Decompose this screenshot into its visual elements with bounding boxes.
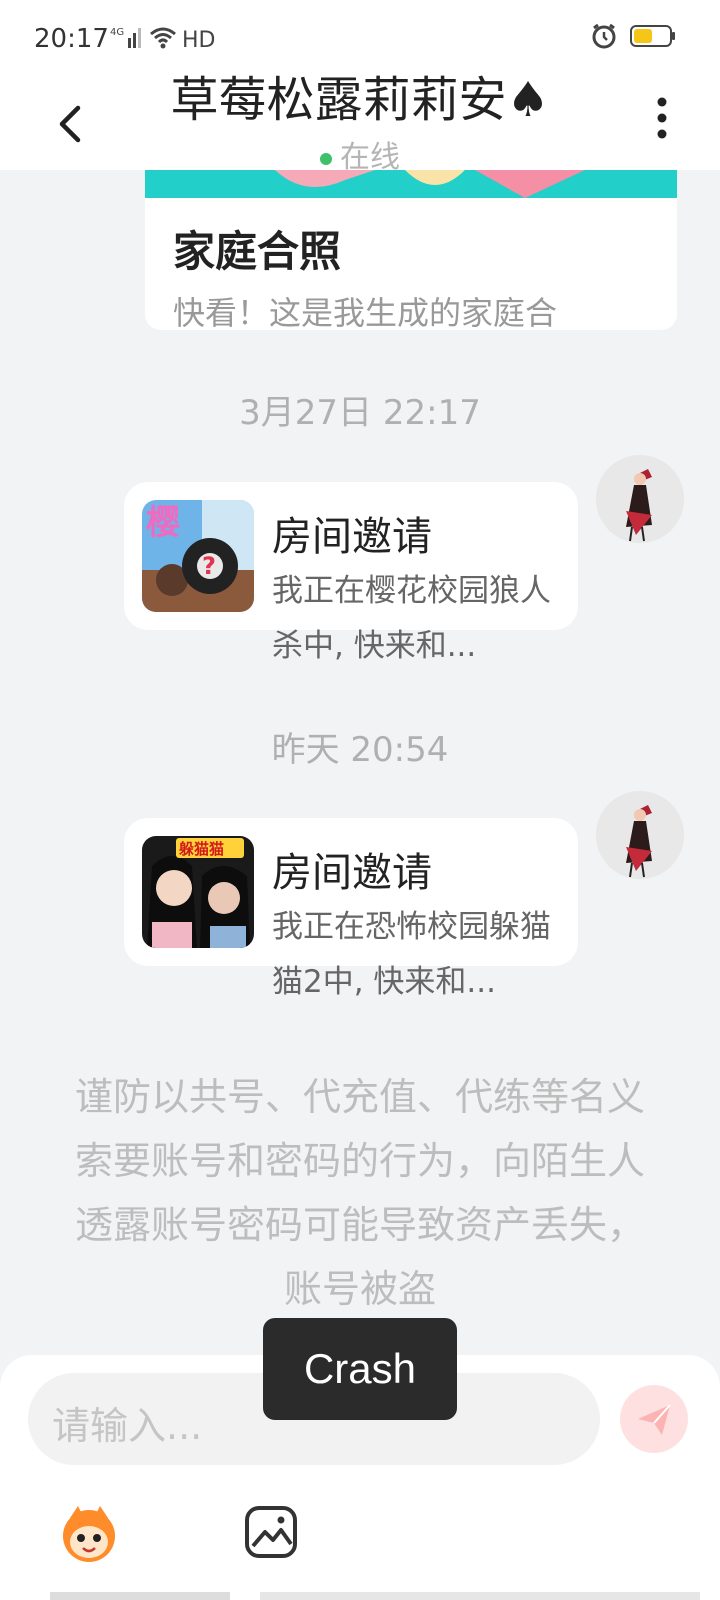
avatar[interactable] — [596, 791, 684, 879]
hd-label: HD — [182, 27, 216, 53]
network-label: 4G — [110, 27, 124, 38]
wifi-icon — [148, 24, 178, 56]
invite-description: 我正在樱花校园狼人杀中, 快来和... — [272, 573, 551, 664]
input-placeholder: 请输入... — [52, 1404, 203, 1448]
invite-title: 房间邀请 — [272, 850, 432, 896]
more-menu-button[interactable] — [654, 96, 670, 144]
card-image — [145, 170, 677, 198]
status-icons: 4G HD — [110, 24, 215, 56]
user-avatar-icon — [596, 791, 684, 879]
family-photo-card[interactable]: 家庭合照 快看！这是我生成的家庭合 — [145, 170, 677, 330]
security-warning: 谨防以共号、代充值、代练等名义索要账号和密码的行为，向陌生人透露账号密码可能导致… — [74, 1075, 645, 1311]
alarm-icon — [590, 22, 618, 54]
game-thumbnail: 躲猫猫 — [142, 836, 254, 948]
send-icon — [638, 1404, 671, 1435]
online-dot — [320, 152, 332, 165]
chat-header: 草莓松露莉莉安♠ 在线 — [0, 72, 720, 175]
mascot-icon — [63, 1506, 115, 1562]
avatar[interactable] — [596, 455, 684, 543]
thumb-question-mark: ? — [202, 552, 216, 580]
signal-icon: 4G — [110, 24, 144, 56]
thumb-label: 躲猫猫 — [179, 840, 224, 858]
room-invite-bubble[interactable]: ? 樱 房间邀请 我正在樱花校园狼人杀中, 快来和... — [124, 482, 578, 664]
message-timestamp: 昨天 20:54 — [271, 730, 449, 770]
invite-description: 我正在恐怖校园躲猫猫2中, 快来和... — [272, 909, 551, 1000]
room-invite-bubble[interactable]: 躲猫猫 房间邀请 我正在恐怖校园躲猫猫2中, 快来和... — [124, 818, 578, 1000]
emoji-mascot-button[interactable] — [56, 1500, 122, 1566]
status-right — [590, 22, 676, 54]
battery-icon — [630, 23, 676, 53]
nav-indicator — [50, 1592, 230, 1600]
image-picker-button[interactable] — [243, 1504, 299, 1560]
status-time: 20:17 — [34, 24, 109, 54]
chat-title: 草莓松露莉莉安♠ — [170, 72, 550, 128]
user-avatar-icon — [596, 455, 684, 543]
nav-indicator — [260, 1592, 700, 1600]
send-button[interactable] — [620, 1385, 688, 1453]
game-thumbnail: ? 樱 — [142, 500, 254, 612]
invite-title: 房间邀请 — [272, 514, 432, 560]
card-description: 快看！这是我生成的家庭合 — [173, 294, 558, 330]
message-timestamp: 3月27日 22:17 — [239, 393, 481, 433]
thumb-label: 樱 — [146, 503, 180, 543]
image-icon — [245, 1506, 297, 1558]
toast-message: Crash — [263, 1318, 457, 1420]
card-title: 家庭合照 — [173, 227, 342, 276]
more-vertical-icon — [657, 97, 667, 139]
